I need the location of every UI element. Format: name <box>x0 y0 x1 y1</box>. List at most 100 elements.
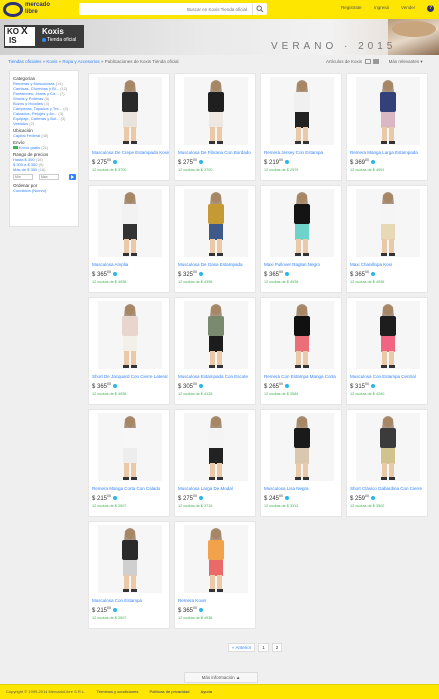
product-photo[interactable] <box>184 77 248 145</box>
product-photo[interactable] <box>184 301 248 369</box>
max-price-input[interactable] <box>39 174 59 180</box>
product-photo[interactable] <box>184 413 248 481</box>
list-view-icon[interactable] <box>365 59 372 65</box>
product-title[interactable]: Musculosa De Fibrana Con Bordado <box>178 150 255 155</box>
nav-sell-link[interactable]: Vender <box>401 5 415 10</box>
product-photo[interactable] <box>356 189 420 257</box>
product-installments: 12 cuotas de $ 2907 <box>92 504 127 508</box>
nav-login-link[interactable]: Ingresá <box>374 5 389 10</box>
product-title[interactable]: Musculosa Amplia <box>92 262 169 267</box>
breadcrumb-root[interactable]: Tiendas oficiales <box>8 59 41 64</box>
product-card[interactable]: Musculosa De Gasa Estampada $ 32500 12 cuo… <box>174 185 256 293</box>
product-card[interactable]: Remera Manga Larga Estampada $ 36900 12 cu… <box>346 73 428 181</box>
free-shipping-icon <box>370 272 375 277</box>
product-card[interactable]: Musculosa De Fibrana Con Bordado $ 27500 1… <box>174 73 256 181</box>
product-title[interactable]: Musculosa Con Estampa Central <box>350 374 427 379</box>
product-price: $ 31500 <box>350 382 375 390</box>
grid-view-icon[interactable] <box>373 59 380 65</box>
model-figure-icon <box>208 80 224 144</box>
product-photo[interactable] <box>98 525 162 593</box>
product-title[interactable]: Remera Koxis <box>178 598 255 603</box>
product-title[interactable]: Musculosa Estampada Con Escote <box>178 374 255 379</box>
product-card[interactable]: Musculosa Con Estampa $ 21500 12 cuotas de… <box>88 521 170 629</box>
product-photo[interactable] <box>98 189 162 257</box>
verified-icon <box>42 37 46 42</box>
product-photo[interactable] <box>184 189 248 257</box>
product-photo[interactable] <box>270 77 334 145</box>
product-title[interactable]: Musculosa Larga De Modal <box>178 486 255 491</box>
help-link[interactable]: Ayuda <box>201 689 212 694</box>
product-card[interactable]: Maxi Pullover Raglan Negro $ 36500 12 cuot… <box>260 185 342 293</box>
product-photo[interactable] <box>98 301 162 369</box>
product-installments: 12 cuotas de $ 4936 <box>350 280 385 284</box>
product-title[interactable]: Remera Con Estampa Manga Corta <box>264 374 341 379</box>
more-info-button[interactable]: Más información ▲ <box>184 672 258 683</box>
breadcrumb-store[interactable]: Koxis <box>46 59 57 64</box>
product-card[interactable]: Remera Con Estampa Manga Corta $ 26500 12 … <box>260 297 342 405</box>
handshake-logo-icon <box>3 2 23 17</box>
koxis-logo[interactable]: KO X IS <box>5 27 35 46</box>
shipping-filter[interactable]: Envío gratis (21) <box>13 145 75 150</box>
product-title[interactable]: Musculosa De Crepe Estampada Koxis <box>92 150 169 155</box>
sort-store-value[interactable]: Koxis <box>351 59 362 64</box>
product-title[interactable]: Short Clásico Gabardina Con Cierre <box>350 486 427 491</box>
product-photo[interactable] <box>356 301 420 369</box>
store-name[interactable]: Koxis <box>42 27 64 36</box>
privacy-link[interactable]: Políticas de privacidad <box>150 689 190 694</box>
product-card[interactable]: Remera Manga Corta Con Calado $ 21500 12 c… <box>88 409 170 517</box>
product-photo[interactable] <box>356 77 420 145</box>
price-amount: $ 259 <box>350 496 366 502</box>
search-button[interactable] <box>252 3 267 15</box>
product-card[interactable]: Musculosa De Crepe Estampada Koxis $ 2750… <box>88 73 170 181</box>
page-2-link[interactable]: 2 <box>271 643 283 652</box>
product-price: $ 36500 <box>264 270 289 278</box>
page-1-link[interactable]: 1 <box>258 643 269 652</box>
product-photo[interactable] <box>356 413 420 481</box>
product-title[interactable]: Musculosa Con Estampa <box>92 598 169 603</box>
product-card[interactable]: Remera Koxis $ 36500 12 cuotas de $ 4936 <box>174 521 256 629</box>
help-icon[interactable]: ? <box>427 5 434 12</box>
condition-filter[interactable]: Condición (Nuevo) <box>13 188 75 193</box>
product-card[interactable]: Maxi Chanillopa Koxi $ 36500 12 cuotas de … <box>346 185 428 293</box>
product-title[interactable]: Musculosa De Gasa Estampada <box>178 262 255 267</box>
product-card[interactable]: Short De Jacquard Con Cierre Lateral $ 36… <box>88 297 170 405</box>
product-photo[interactable] <box>270 189 334 257</box>
product-photo[interactable] <box>270 301 334 369</box>
location-filter[interactable]: Capital Federal (45) <box>13 133 75 138</box>
product-card[interactable]: Musculosa Amplia $ 36500 12 cuotas de $ 49… <box>88 185 170 293</box>
product-card[interactable]: Musculosa Lisa Negra $ 24500 12 cuotas de … <box>260 409 342 517</box>
terms-link[interactable]: Términos y condiciones <box>96 689 138 694</box>
product-installments: 12 cuotas de $ 4395 <box>178 280 213 284</box>
product-title[interactable]: Remera Manga Larga Estampada <box>350 150 427 155</box>
search-input[interactable] <box>79 3 251 15</box>
product-title[interactable]: Musculosa Lisa Negra <box>264 486 341 491</box>
product-card[interactable]: Remera Jersey Con Estampa $ 21900 12 cuota… <box>260 73 342 181</box>
price-range-option[interactable]: Más de $ 350 (18) <box>13 167 75 172</box>
product-card[interactable]: Musculosa Larga De Modal $ 27500 12 cuotas… <box>174 409 256 517</box>
product-title[interactable]: Remera Jersey Con Estampa <box>264 150 341 155</box>
mercadolibre-logo[interactable]: mercado libre <box>3 2 65 17</box>
previous-page-link[interactable]: « Anterior <box>228 643 256 652</box>
sort-order-dropdown[interactable]: Más relevantes <box>389 59 420 64</box>
product-card[interactable]: Short Clásico Gabardina Con Cierre $ 2590… <box>346 409 428 517</box>
product-photo[interactable] <box>184 525 248 593</box>
nav-register-link[interactable]: Registrate <box>341 5 362 10</box>
product-title[interactable]: Remera Manga Corta Con Calado <box>92 486 169 491</box>
min-price-input[interactable] <box>13 174 33 180</box>
product-photo[interactable] <box>270 413 334 481</box>
apply-price-button[interactable] <box>69 174 76 180</box>
footer: Copyright © 1999-2014 MercadoLibre S.R.L… <box>0 684 439 699</box>
price-cents: 00 <box>365 158 369 162</box>
product-title[interactable]: Maxi Pullover Raglan Negro <box>264 262 341 267</box>
breadcrumb-category[interactable]: Ropa y Accesorios <box>62 59 99 64</box>
free-shipping-icon <box>198 272 203 277</box>
product-card[interactable]: Musculosa Con Estampa Central $ 31500 12 c… <box>346 297 428 405</box>
product-photo[interactable] <box>98 413 162 481</box>
product-installments: 12 cuotas de $ 3719 <box>178 504 213 508</box>
product-photo[interactable] <box>98 77 162 145</box>
product-title[interactable]: Short De Jacquard Con Cierre Lateral <box>92 374 169 379</box>
product-title[interactable]: Maxi Chanillopa Koxi <box>350 262 427 267</box>
product-price: $ 36500 <box>178 606 203 614</box>
category-filter-item[interactable]: Vestidos (2) <box>13 121 75 126</box>
product-card[interactable]: Musculosa Estampada Con Escote $ 30500 12 … <box>174 297 256 405</box>
